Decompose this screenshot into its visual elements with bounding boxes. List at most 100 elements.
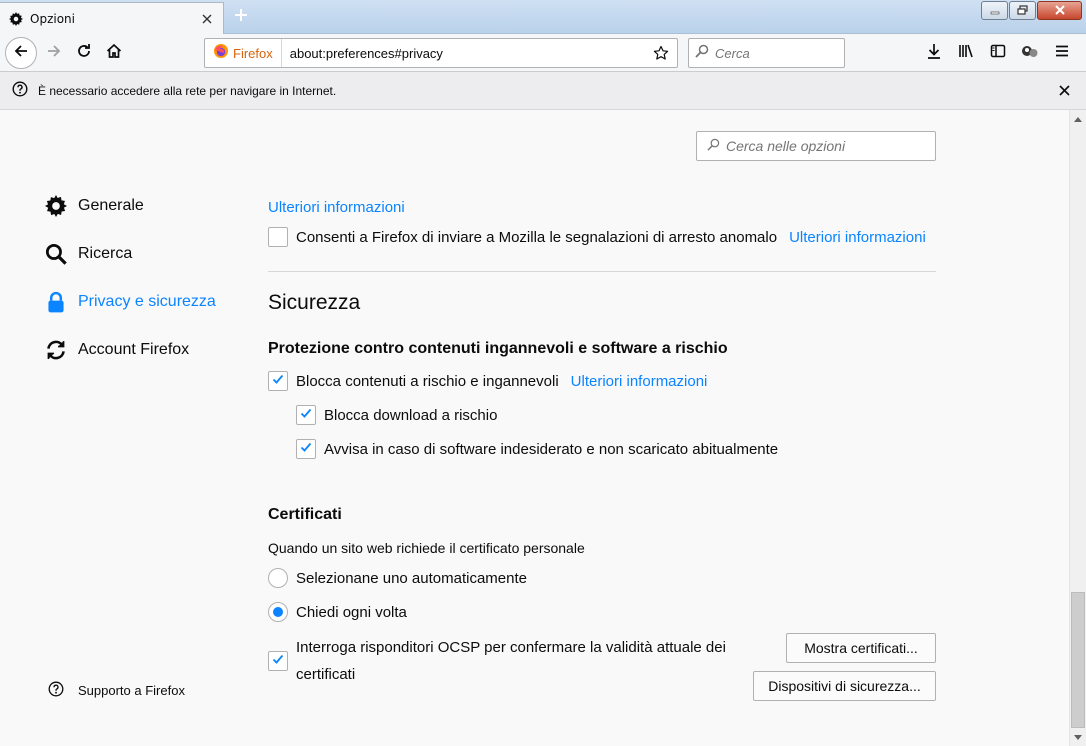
warn-unwanted-checkbox[interactable] <box>296 439 316 459</box>
new-tab-button[interactable] <box>230 6 252 28</box>
category-label: Account Firefox <box>78 341 190 358</box>
library-button[interactable] <box>950 38 982 68</box>
radio-auto-row: Selezionane uno automaticamente <box>268 568 527 588</box>
radio-auto-label: Selezionane uno automaticamente <box>296 569 527 587</box>
checkmark-icon <box>271 372 285 390</box>
notification-message: È necessario accedere alla rete per navi… <box>38 83 337 98</box>
scroll-down-icon[interactable] <box>1070 729 1086 746</box>
block-dangerous-row: Blocca contenuti a rischio e ingannevoli… <box>268 371 707 391</box>
lock-icon <box>44 290 68 314</box>
tab-options[interactable]: Opzioni <box>0 2 224 34</box>
menu-button[interactable] <box>1046 38 1078 68</box>
hamburger-menu-icon <box>1054 43 1070 63</box>
radio-ask-label: Chiedi ogni volta <box>296 603 407 621</box>
learn-more-link-row: Ulteriori informazioni <box>268 199 405 216</box>
support-label: Supporto a Firefox <box>78 683 185 698</box>
category-label: Generale <box>78 197 144 214</box>
section-divider <box>268 271 936 272</box>
help-icon <box>12 81 28 100</box>
notification-bar: È necessario accedere alla rete per navi… <box>0 72 1086 110</box>
ocsp-checkbox[interactable] <box>268 651 288 671</box>
reload-button[interactable] <box>69 38 99 68</box>
download-icon <box>926 43 942 63</box>
url-text[interactable]: about:preferences#privacy <box>290 46 649 61</box>
close-icon <box>1054 3 1066 19</box>
home-button[interactable] <box>99 38 129 68</box>
library-icon <box>958 43 974 63</box>
radio-selected-dot <box>273 607 283 617</box>
crash-reports-checkbox[interactable] <box>268 227 288 247</box>
support-link[interactable]: Supporto a Firefox <box>48 681 185 700</box>
back-button[interactable] <box>5 36 37 69</box>
deceptive-content-heading: Protezione contro contenuti ingannevoli … <box>268 340 728 357</box>
warn-unwanted-label: Avvisa in caso di software indesiderato … <box>324 440 779 458</box>
maximize-icon <box>1016 3 1029 19</box>
ocsp-row: Interroga risponditori OCSP per conferma… <box>268 634 756 688</box>
ocsp-label: Interroga risponditori OCSP per conferma… <box>296 639 726 683</box>
bookmark-star-icon[interactable] <box>649 41 673 65</box>
preferences-content: Generale Ricerca Privacy e sicurezza Acc… <box>0 110 1069 746</box>
url-bar[interactable]: Firefox about:preferences#privacy <box>204 38 678 68</box>
security-devices-button[interactable]: Dispositivi di sicurezza... <box>753 671 936 701</box>
home-icon <box>106 43 122 63</box>
preferences-search-input[interactable] <box>726 138 926 154</box>
arrow-left-icon <box>13 43 29 63</box>
extension-icon <box>1021 43 1039 63</box>
extension-button[interactable] <box>1014 38 1046 68</box>
plus-icon <box>234 8 248 26</box>
sidebar-button[interactable] <box>982 38 1014 68</box>
search-icon <box>695 44 709 62</box>
category-label: Privacy e sicurezza <box>78 293 216 310</box>
certificates-heading: Certificati <box>268 506 342 523</box>
block-dangerous-label: Blocca contenuti a rischio e ingannevoli <box>296 372 559 390</box>
category-general[interactable]: Generale <box>44 194 144 218</box>
warn-unwanted-row: Avvisa in caso di software indesiderato … <box>296 439 778 459</box>
category-search[interactable]: Ricerca <box>44 242 132 266</box>
certificates-description: Quando un sito web richiede il certifica… <box>268 540 585 556</box>
toolbar-right <box>918 38 1078 68</box>
minimize-icon <box>990 3 1000 19</box>
radio-ask-every-time[interactable] <box>268 602 288 622</box>
identity-box[interactable]: Firefox <box>205 39 282 67</box>
category-sync[interactable]: Account Firefox <box>44 338 189 362</box>
scroll-up-icon[interactable] <box>1070 110 1086 127</box>
arrow-right-icon <box>46 43 62 63</box>
search-icon <box>707 138 720 154</box>
maximize-button[interactable] <box>1009 1 1036 20</box>
downloads-button[interactable] <box>918 38 950 68</box>
learn-more-link[interactable]: Ulteriori informazioni <box>268 199 405 216</box>
checkmark-icon <box>271 652 285 670</box>
close-icon[interactable] <box>1056 82 1072 98</box>
search-input[interactable] <box>715 45 835 61</box>
firefox-logo-icon <box>213 43 229 63</box>
gear-icon <box>8 11 24 27</box>
block-dangerous-checkbox[interactable] <box>268 371 288 391</box>
title-bar: Opzioni <box>0 0 1086 34</box>
window-controls <box>980 1 1082 20</box>
vertical-scrollbar[interactable] <box>1069 110 1086 746</box>
forward-button[interactable] <box>39 38 69 68</box>
crash-reports-label: Consenti a Firefox di inviare a Mozilla … <box>296 228 778 246</box>
scrollbar-thumb[interactable] <box>1071 592 1085 728</box>
close-icon[interactable] <box>199 11 215 27</box>
block-downloads-row: Blocca download a rischio <box>296 405 497 425</box>
view-certificates-button[interactable]: Mostra certificati... <box>786 633 936 663</box>
block-downloads-label: Blocca download a rischio <box>324 406 498 424</box>
window-close-button[interactable] <box>1037 1 1082 20</box>
tab-title: Opzioni <box>30 11 75 26</box>
crash-reports-row: Consenti a Firefox di inviare a Mozilla … <box>268 227 926 247</box>
category-privacy[interactable]: Privacy e sicurezza <box>44 290 216 314</box>
crash-reports-learn-more-link[interactable]: Ulteriori informazioni <box>789 229 926 246</box>
sync-icon <box>44 338 68 362</box>
gear-icon <box>44 194 68 218</box>
preferences-search-box[interactable] <box>696 131 936 161</box>
security-heading: Sicurezza <box>268 291 361 314</box>
checkmark-icon <box>299 406 313 424</box>
category-label: Ricerca <box>78 245 133 262</box>
radio-select-automatically[interactable] <box>268 568 288 588</box>
block-dangerous-learn-more-link[interactable]: Ulteriori informazioni <box>571 373 708 390</box>
identity-label: Firefox <box>233 45 273 61</box>
minimize-button[interactable] <box>981 1 1008 20</box>
block-downloads-checkbox[interactable] <box>296 405 316 425</box>
search-bar[interactable] <box>688 38 845 68</box>
